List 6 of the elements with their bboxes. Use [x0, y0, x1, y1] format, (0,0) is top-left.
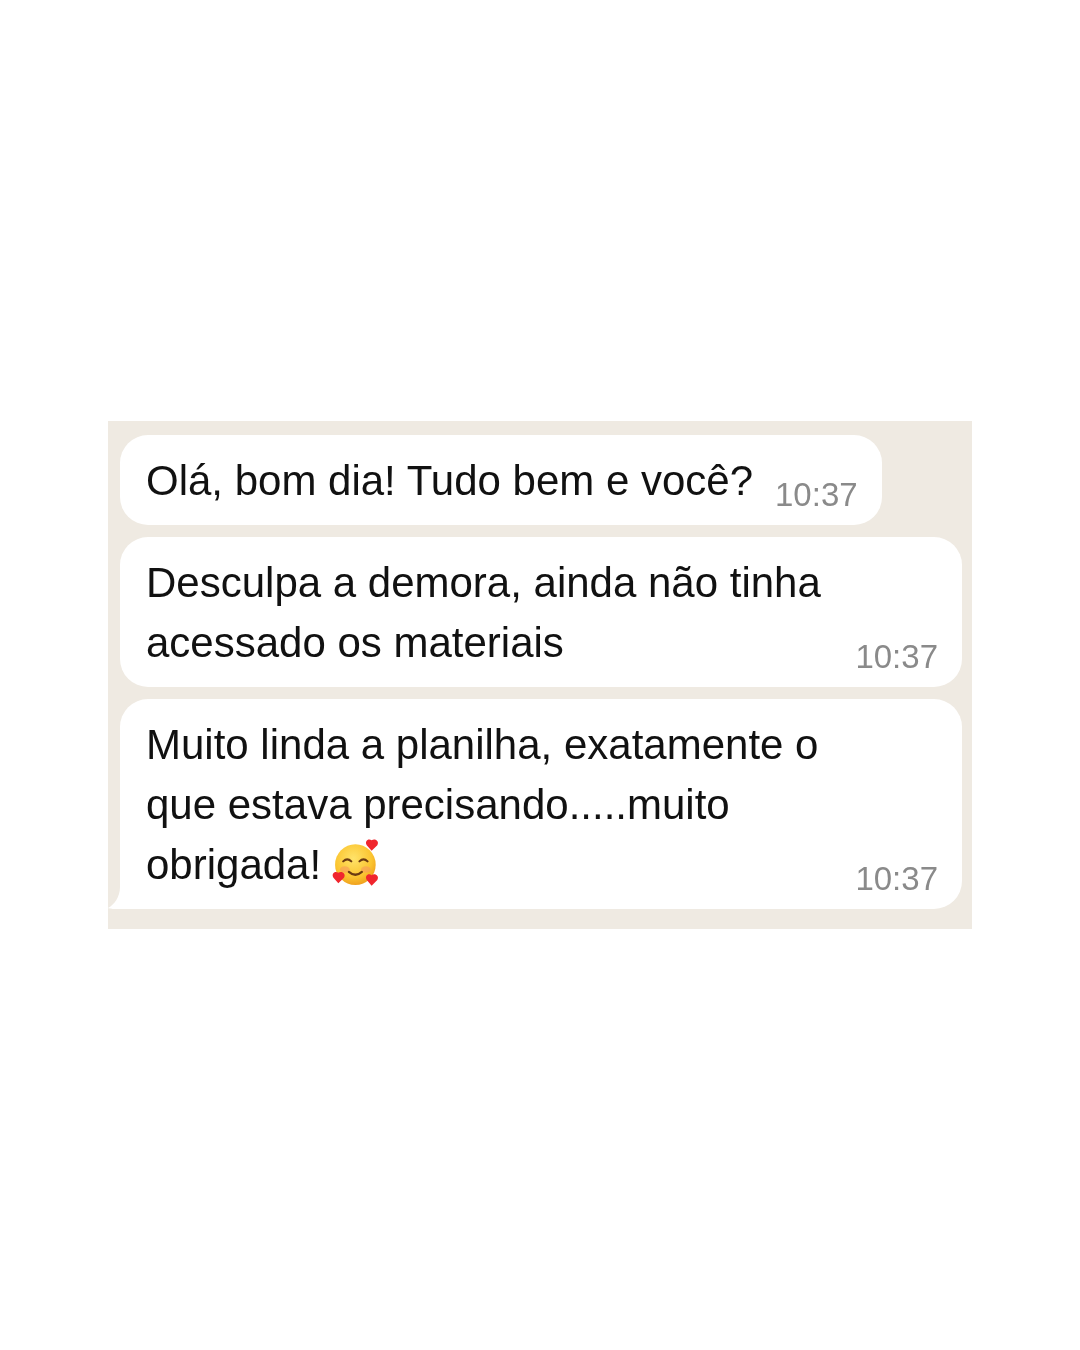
message-time: 10:37 — [855, 863, 938, 895]
message-text: Muito linda a planilha, exatamente o que estava precisando.....muito obrigada! — [146, 721, 819, 888]
message-text: Desculpa a demora, ainda não tinha acessado os materiais — [146, 559, 821, 666]
message-time: 10:37 — [855, 641, 938, 673]
message-time: 10:37 — [775, 479, 858, 511]
message-text: Olá, bom dia! Tudo bem e você? — [146, 457, 753, 504]
